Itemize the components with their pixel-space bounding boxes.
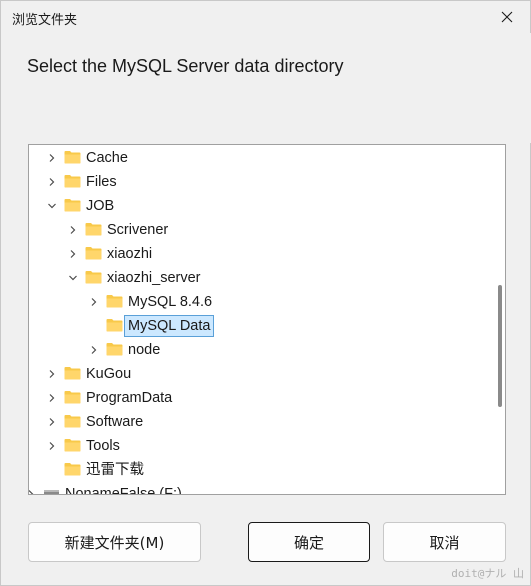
tree-item[interactable]: 迅雷下载 [29,458,495,482]
folder-icon [64,150,81,164]
chevron-right-icon[interactable] [29,488,37,494]
folder-icon [64,438,81,452]
watermark-text: doit@ナル 山 [451,567,524,580]
tree-item-label: 迅雷下载 [86,462,144,478]
tree-item[interactable]: Tools [29,434,495,458]
close-button[interactable] [484,1,530,33]
tree-item-label: JOB [86,198,115,214]
tree-item-label: xiaozhi [107,246,153,262]
tree-item[interactable]: KuGou [29,362,495,386]
tree-item[interactable]: MySQL Data [29,314,495,338]
close-icon [501,11,513,23]
folder-icon [85,222,102,236]
chevron-right-icon[interactable] [46,416,58,428]
tree-item-label: ProgramData [86,390,173,406]
chevron-right-icon[interactable] [46,392,58,404]
chevron-right-icon[interactable] [67,224,79,236]
folder-icon [106,318,123,332]
scrollbar-thumb[interactable] [498,285,502,407]
tree-item-label: KuGou [86,366,132,382]
tree-item[interactable]: xiaozhi [29,242,495,266]
tree-item[interactable]: xiaozhi_server [29,266,495,290]
tree-item[interactable]: Files [29,170,495,194]
tree-item[interactable]: Scrivener [29,218,495,242]
cancel-button[interactable]: 取消 [383,522,506,562]
tree-item-label: node [128,342,161,358]
new-folder-button[interactable]: 新建文件夹(M) [28,522,201,562]
folder-tree[interactable]: Cache Files JOB Scrivener xiaozhi xiaozhi_ser… [28,144,506,495]
folder-icon [85,270,102,284]
tree-item-label: Scrivener [107,222,169,238]
tree-item-label: MySQL 8.4.6 [128,294,213,310]
tree-item-label: MySQL Data [124,315,215,337]
window-title: 浏览文件夹 [12,13,78,28]
tree-item[interactable]: MySQL 8.4.6 [29,290,495,314]
tree-item[interactable]: node [29,338,495,362]
tree-item-label: NonameFalse (F:) [65,486,182,495]
browse-folder-dialog: 浏览文件夹 Select the MySQL Server data direc… [0,0,531,586]
tree-item-label: Files [86,174,117,190]
chevron-down-icon[interactable] [46,200,58,212]
folder-icon [85,246,102,260]
chevron-right-icon[interactable] [88,344,100,356]
instruction-text: Select the MySQL Server data directory [27,56,344,76]
folder-icon [64,414,81,428]
drive-icon [43,486,60,494]
tree-item[interactable]: JOB [29,194,495,218]
chevron-right-icon[interactable] [67,248,79,260]
folder-icon [64,174,81,188]
folder-icon [106,294,123,308]
chevron-right-icon[interactable] [46,152,58,164]
folder-icon [64,462,81,476]
tree-item-label: Cache [86,150,128,166]
folder-icon [106,342,123,356]
tree-item[interactable]: NonameFalse (F:) [29,482,495,495]
folder-icon [64,390,81,404]
tree-item[interactable]: Software [29,410,495,434]
chevron-right-icon[interactable] [46,176,58,188]
ok-button[interactable]: 确定 [248,522,370,562]
folder-icon [64,198,81,212]
chevron-right-icon[interactable] [46,368,58,380]
folder-icon [64,366,81,380]
tree-item[interactable]: Cache [29,146,495,170]
title-bar: 浏览文件夹 [1,1,530,33]
chevron-down-icon[interactable] [67,272,79,284]
tree-item-label: xiaozhi_server [107,270,201,286]
chevron-right-icon[interactable] [46,440,58,452]
header-area [2,33,531,143]
chevron-right-icon[interactable] [88,296,100,308]
tree-item-label: Software [86,414,144,430]
tree-item[interactable]: ProgramData [29,386,495,410]
tree-item-label: Tools [86,438,120,454]
